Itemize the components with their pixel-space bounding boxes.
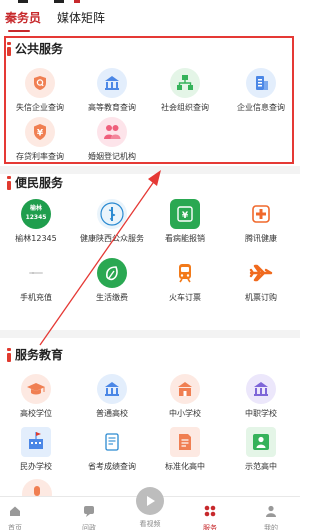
student-person-icon xyxy=(246,427,276,457)
svg-text:¥: ¥ xyxy=(182,211,189,221)
phone-recharge-icon xyxy=(21,258,51,288)
tab-media-matrix[interactable]: 媒体矩阵 xyxy=(57,10,105,26)
service-item-model-high-school[interactable]: 示范高中 xyxy=(224,427,298,472)
service-item-medical-reimbursement[interactable]: ¥ 看病能报销 xyxy=(148,199,222,244)
highlight-box xyxy=(4,36,294,164)
nav-mine[interactable]: 我的 xyxy=(241,503,300,530)
home-icon xyxy=(10,506,20,516)
top-tab-bar: 秦务员 媒体矩阵 xyxy=(0,0,300,36)
chat-icon xyxy=(84,506,94,517)
service-item-flight-tickets[interactable]: 机票订购 xyxy=(224,258,298,303)
nav-wenzheng[interactable]: 问政 xyxy=(59,503,119,530)
service-label: 中小学校 xyxy=(169,409,201,418)
nav-video-label: 看视频 xyxy=(139,520,161,528)
nav-home[interactable]: 首页 xyxy=(0,503,45,530)
service-label: 示范高中 xyxy=(245,462,277,471)
nav-service[interactable]: 服务 xyxy=(180,503,240,530)
document-standard-icon xyxy=(170,427,200,457)
health-emblem-icon xyxy=(97,199,127,229)
section-marker-icon xyxy=(7,176,11,190)
screen: 秦务员 媒体矩阵 公共服务 失信企业查询 高等教育查询 社会组织查询 企业信息查… xyxy=(0,0,300,530)
service-item-standard-high-school[interactable]: 标准化高中 xyxy=(148,427,222,472)
service-item-train-tickets[interactable]: 火车订票 xyxy=(148,258,222,303)
service-label: 普通高校 xyxy=(96,409,128,418)
service-label: 健康陕西公众服务 xyxy=(80,234,144,243)
leaf-payment-icon xyxy=(97,258,127,288)
service-item-private-school[interactable]: 民办学校 xyxy=(0,427,73,472)
nav-label: 首页 xyxy=(8,524,22,530)
school-building-icon xyxy=(246,374,276,404)
service-item-tencent-health[interactable]: 腾讯健康 xyxy=(224,199,298,244)
hotline-badge-icon: 榆林 12345 xyxy=(21,199,51,229)
service-label: 高校学位 xyxy=(20,409,52,418)
flag-building-icon xyxy=(21,427,51,457)
section-marker-icon xyxy=(7,348,11,362)
microphone-icon xyxy=(22,479,52,496)
user-icon xyxy=(266,505,276,517)
health-cross-icon xyxy=(246,199,276,229)
section-divider xyxy=(0,330,300,338)
graduation-cap-icon xyxy=(21,374,51,404)
service-label: 省考成绩查询 xyxy=(88,462,136,471)
service-item-vocational-school[interactable]: 中职学校 xyxy=(224,374,298,419)
bottom-navigation: 首页 问政 看视频 服务 我的 xyxy=(0,487,300,530)
service-label: 民办学校 xyxy=(20,462,52,471)
service-label: 看病能报销 xyxy=(165,234,205,243)
service-label: 中职学校 xyxy=(245,409,277,418)
medical-bill-icon: ¥ xyxy=(170,199,200,229)
active-tab-indicator xyxy=(8,30,30,32)
service-item-exam-score[interactable]: 省考成绩查询 xyxy=(75,427,149,472)
section-title: 便民服务 xyxy=(15,176,64,190)
nav-label: 我的 xyxy=(264,524,278,530)
university-icon xyxy=(97,374,127,404)
tab-qinwuyuan[interactable]: 秦务员 xyxy=(5,10,41,26)
nav-label: 问政 xyxy=(82,524,96,530)
service-item-regular-university[interactable]: 普通高校 xyxy=(75,374,149,419)
service-item-primary-secondary-school[interactable]: 中小学校 xyxy=(148,374,222,419)
section-divider xyxy=(0,166,300,174)
partial-next-row xyxy=(22,479,52,496)
service-label: 榆林12345 xyxy=(15,234,57,243)
exam-score-icon xyxy=(97,427,127,457)
train-icon xyxy=(170,258,200,288)
status-decoration xyxy=(18,0,80,3)
service-item-phone-recharge[interactable]: 手机充值 xyxy=(0,258,73,303)
service-label: 标准化高中 xyxy=(165,462,205,471)
service-label: 手机充值 xyxy=(20,293,52,302)
badge-number: 12345 xyxy=(25,214,47,221)
service-grid-icon xyxy=(204,505,216,517)
service-label: 机票订购 xyxy=(245,293,277,302)
video-icon[interactable] xyxy=(136,487,164,515)
school-building-icon xyxy=(170,374,200,404)
service-item-life-payment[interactable]: 生活缴费 xyxy=(75,258,149,303)
service-item-yulin-12345[interactable]: 榆林 12345 榆林12345 xyxy=(0,199,73,244)
nav-label: 服务 xyxy=(203,524,217,530)
service-item-university-degree[interactable]: 高校学位 xyxy=(0,374,73,419)
service-item-health-shaanxi[interactable]: 健康陕西公众服务 xyxy=(75,199,149,244)
service-label: 火车订票 xyxy=(169,293,201,302)
airplane-icon xyxy=(246,258,276,288)
badge-text: 榆林 xyxy=(29,205,42,212)
section-title: 服务教育 xyxy=(15,348,64,362)
service-label: 生活缴费 xyxy=(96,293,128,302)
service-label: 腾讯健康 xyxy=(245,234,277,243)
